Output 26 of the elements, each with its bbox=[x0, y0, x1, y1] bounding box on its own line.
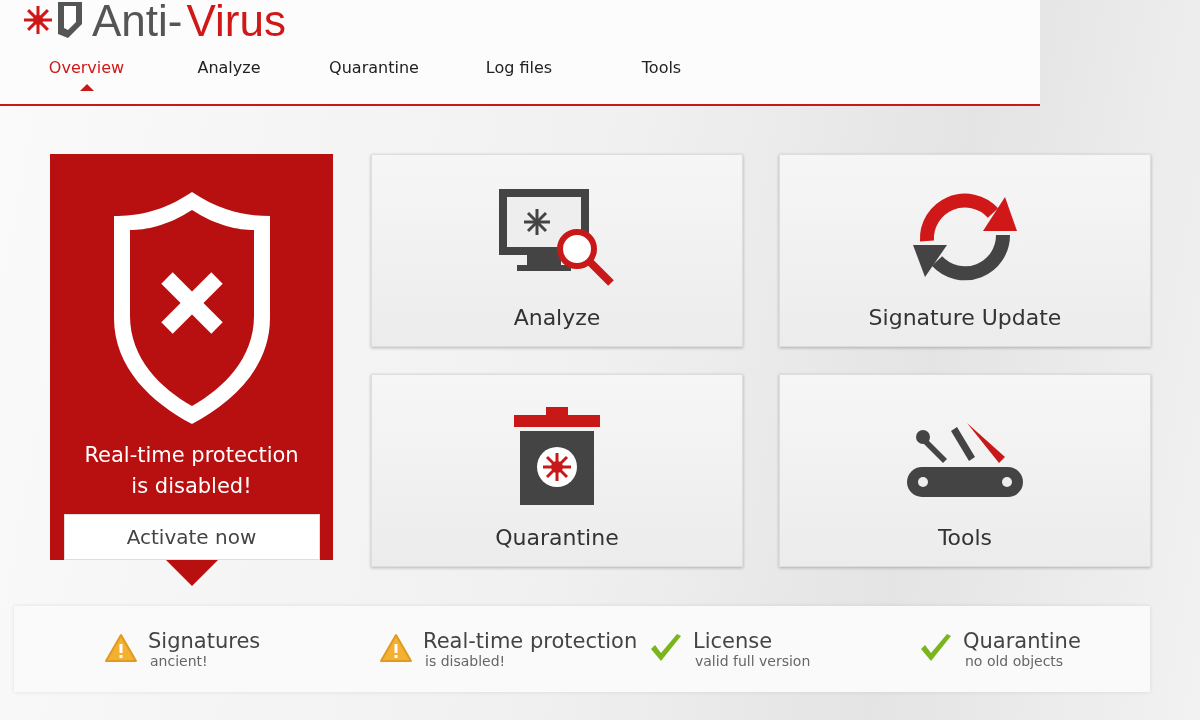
status-title: License bbox=[693, 629, 774, 653]
alert-message: Real-time protection is disabled! bbox=[84, 442, 299, 500]
feature-tile[interactable]: Signature Update bbox=[779, 154, 1151, 347]
status-title: Quarantine bbox=[963, 629, 1081, 653]
activate-button[interactable]: Activate now bbox=[63, 514, 320, 560]
checkmark-icon bbox=[649, 633, 683, 663]
logo-text: Virus bbox=[186, 0, 286, 46]
nav-tab[interactable]: Analyze bbox=[159, 52, 299, 89]
warning-icon bbox=[379, 633, 413, 663]
warning-icon bbox=[104, 633, 138, 663]
status-title: Real-time protection bbox=[423, 629, 638, 653]
nav-tab[interactable]: Log files bbox=[449, 52, 589, 89]
nav-tab[interactable]: Overview bbox=[14, 52, 159, 89]
status-title: Signatures bbox=[148, 629, 261, 653]
status-detail: is disabled! bbox=[425, 653, 507, 669]
container-icon bbox=[512, 407, 602, 507]
nav-tab[interactable]: Quarantine bbox=[299, 52, 449, 89]
checkmark-icon bbox=[919, 633, 953, 663]
status-detail: no old objects bbox=[965, 653, 1065, 669]
feature-tile[interactable]: Quarantine bbox=[371, 374, 743, 567]
status-detail: valid full version bbox=[695, 653, 811, 669]
logo-text: Anti- bbox=[92, 0, 183, 46]
feature-tile[interactable]: Analyze bbox=[371, 154, 743, 347]
nav-tab[interactable]: Tools bbox=[589, 52, 734, 89]
feature-tile[interactable]: Tools bbox=[779, 374, 1151, 567]
status-detail: ancient! bbox=[150, 653, 209, 669]
